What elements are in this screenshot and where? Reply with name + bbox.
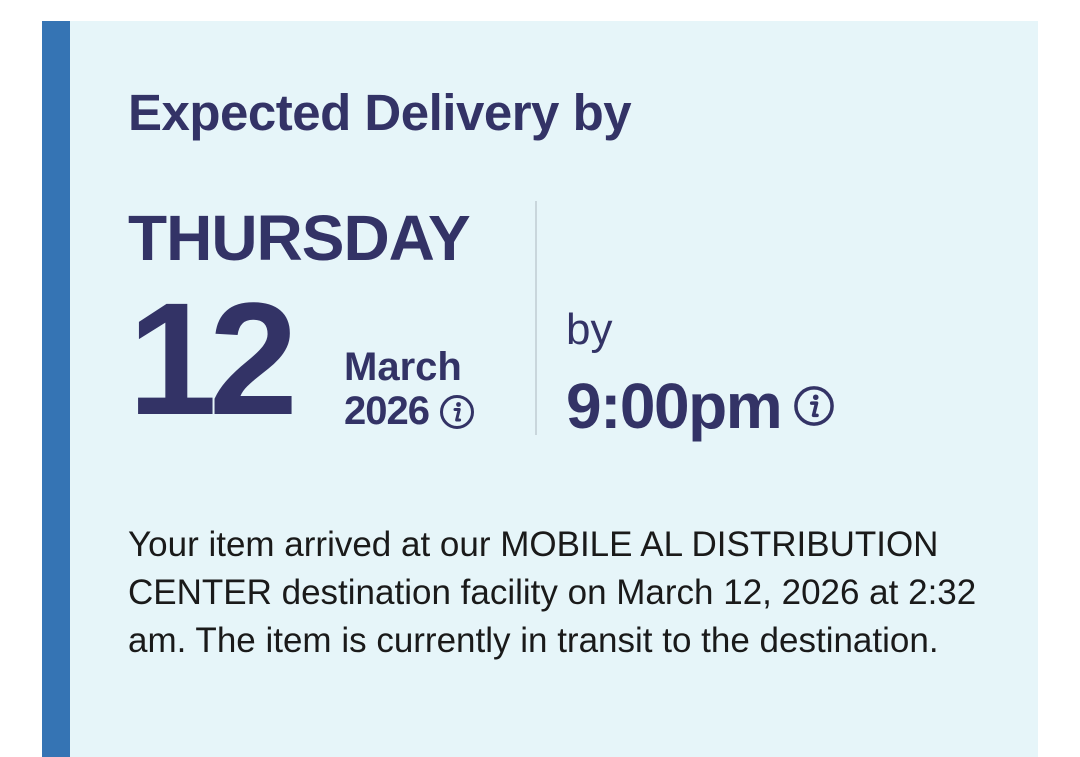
tracking-status-text: Your item arrived at our MOBILE AL DISTR… [128, 525, 977, 660]
expected-delivery-card: Expected Delivery by THURSDAY 12 March 2… [42, 21, 1038, 757]
delivery-heading: Expected Delivery by [128, 84, 632, 141]
delivery-day-number: 12 [128, 269, 298, 448]
date-time-divider [535, 201, 537, 435]
delivery-day-name: THURSDAY [128, 202, 471, 274]
delivery-time: 9:00pm [566, 370, 783, 442]
date-info-icon[interactable] [439, 394, 475, 430]
time-by-label: by [566, 305, 613, 354]
time-info-icon[interactable] [793, 385, 835, 427]
delivery-month: March [344, 345, 462, 389]
accent-bar [42, 21, 70, 757]
delivery-year-row: 2026 [344, 389, 475, 434]
delivery-year: 2026 [344, 389, 430, 433]
delivery-time-row: 9:00pm [566, 369, 835, 443]
